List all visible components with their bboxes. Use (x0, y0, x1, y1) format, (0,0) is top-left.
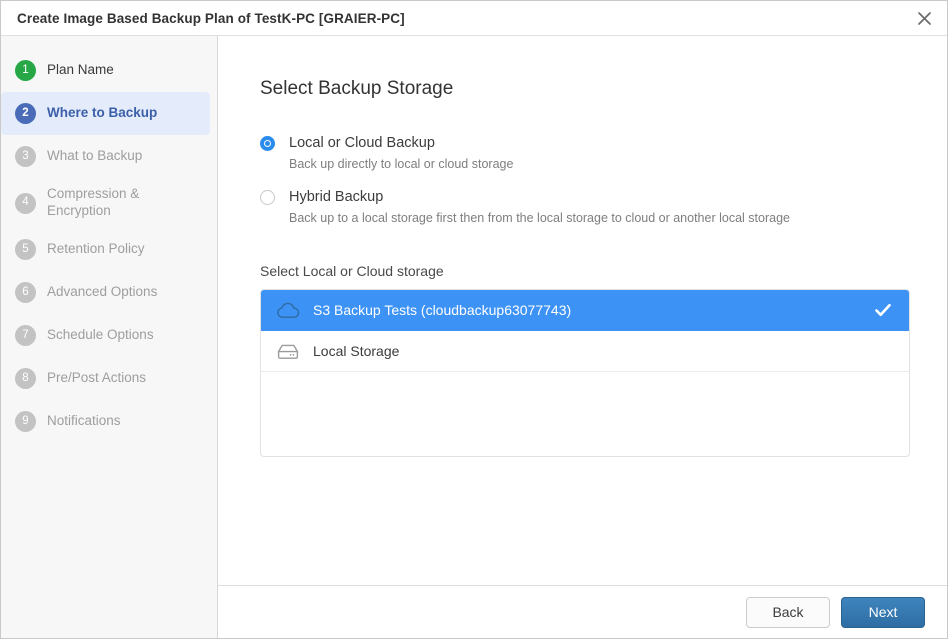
radio-button-selected[interactable] (260, 136, 275, 151)
sidebar-item-retention-policy[interactable]: 5 Retention Policy (1, 228, 210, 271)
sidebar-item-plan-name[interactable]: 1 Plan Name (1, 49, 210, 92)
sidebar-item-advanced-options[interactable]: 6 Advanced Options (1, 271, 210, 314)
step-number-badge: 6 (15, 282, 36, 303)
hard-drive-icon (276, 340, 300, 362)
sidebar-item-schedule-options[interactable]: 7 Schedule Options (1, 314, 210, 357)
radio-option-description: Back up to a local storage first then fr… (289, 210, 790, 225)
radio-button-unselected[interactable] (260, 190, 275, 206)
step-number-badge: 9 (15, 411, 36, 432)
sidebar-item-where-to-backup[interactable]: 2 Where to Backup (1, 92, 210, 135)
radio-option-description: Back up directly to local or cloud stora… (289, 156, 514, 171)
sidebar-item-label: Notifications (47, 413, 121, 429)
main-pane: Select Backup Storage Local or Cloud Bac… (218, 36, 947, 638)
storage-list-item-local-storage[interactable]: Local Storage (261, 331, 909, 373)
storage-item-label: S3 Backup Tests (cloudbackup63077743) (313, 302, 572, 319)
cloud-icon (276, 299, 300, 321)
create-backup-plan-dialog: Create Image Based Backup Plan of TestK-… (0, 0, 948, 639)
dialog-titlebar: Create Image Based Backup Plan of TestK-… (1, 1, 947, 36)
dialog-body: 1 Plan Name 2 Where to Backup 3 What to … (1, 36, 947, 638)
step-number-badge: 8 (15, 368, 36, 389)
radio-option-texts: Hybrid Backup Back up to a local storage… (289, 188, 790, 226)
storage-list-caption: Select Local or Cloud storage (260, 263, 444, 280)
storage-item-label: Local Storage (313, 343, 400, 360)
next-button[interactable]: Next (841, 596, 925, 628)
step-number-badge: 4 (15, 192, 36, 214)
sidebar-item-label: Compression & Encryption (47, 186, 140, 218)
close-icon (917, 11, 932, 26)
sidebar-item-label: Retention Policy (47, 241, 145, 257)
step-number-badge: 7 (15, 325, 36, 346)
step-number-badge: 2 (15, 103, 36, 124)
dialog-title: Create Image Based Backup Plan of TestK-… (17, 10, 405, 26)
radio-option-label: Local or Cloud Backup (289, 135, 435, 151)
radio-option-texts: Local or Cloud Backup Back up directly t… (289, 134, 513, 172)
radio-option-hybrid-backup[interactable]: Hybrid Backup Back up to a local storage… (260, 188, 907, 226)
step-number-badge: 5 (15, 239, 36, 260)
sidebar-item-label: Schedule Options (47, 327, 154, 343)
dialog-footer: Back Next (218, 585, 947, 638)
check-icon (873, 300, 893, 320)
sidebar-item-compression-encryption[interactable]: 4 Compression & Encryption (1, 178, 210, 228)
sidebar-item-label: What to Backup (47, 148, 143, 164)
wizard-steps-sidebar: 1 Plan Name 2 Where to Backup 3 What to … (1, 36, 218, 638)
page-title: Select Backup Storage (260, 78, 454, 99)
back-button[interactable]: Back (746, 596, 830, 628)
sidebar-item-label: Plan Name (47, 62, 114, 78)
sidebar-item-label: Advanced Options (47, 284, 158, 300)
radio-option-label: Hybrid Backup (289, 189, 384, 206)
sidebar-item-pre-post-actions[interactable]: 8 Pre/Post Actions (1, 357, 210, 400)
content-area: Select Backup Storage Local or Cloud Bac… (218, 36, 947, 585)
storage-list[interactable]: S3 Backup Tests (cloudbackup63077743) Lo… (260, 289, 910, 458)
storage-list-item-s3-backup-tests[interactable]: S3 Backup Tests (cloudbackup63077743) (261, 290, 909, 332)
sidebar-item-notifications[interactable]: 9 Notifications (1, 400, 210, 443)
sidebar-item-label: Where to Backup (47, 105, 158, 121)
close-button[interactable] (901, 1, 947, 35)
sidebar-item-what-to-backup[interactable]: 3 What to Backup (1, 135, 210, 178)
sidebar-item-label: Pre/Post Actions (47, 370, 147, 386)
radio-option-local-or-cloud-backup[interactable]: Local or Cloud Backup Back up directly t… (260, 134, 907, 172)
step-number-badge: 3 (15, 146, 36, 167)
step-number-badge: 1 (15, 60, 36, 81)
